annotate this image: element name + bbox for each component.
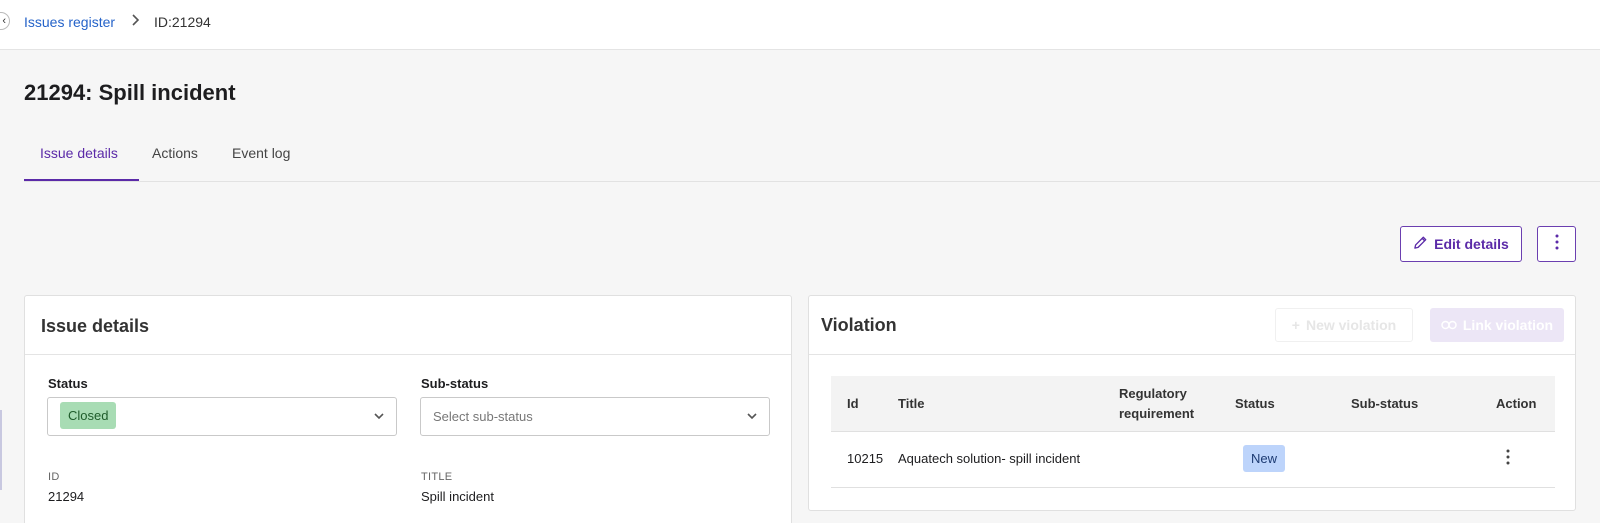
plus-icon: +	[1291, 317, 1300, 333]
column-id[interactable]: Id	[847, 394, 859, 414]
issue-details-header: Issue details	[25, 296, 791, 355]
status-chip-closed: Closed	[60, 402, 117, 429]
tab-issue-details[interactable]: Issue details	[40, 145, 118, 161]
column-title[interactable]: Title	[898, 394, 925, 414]
violation-header: Violation + New violation Link violation	[809, 296, 1575, 355]
substatus-select[interactable]: Select sub-status	[420, 397, 770, 436]
status-badge: New	[1243, 445, 1286, 472]
table-row[interactable]: 10215 Aquatech solution- spill incident …	[831, 432, 1555, 488]
tab-bar: Issue details Actions Event log	[24, 134, 1600, 182]
edit-details-button[interactable]: Edit details	[1400, 226, 1522, 262]
collapse-sidebar-icon[interactable]: ‹	[0, 12, 10, 30]
column-regulatory-requirement[interactable]: Regulatory requirement	[1119, 384, 1219, 424]
breadcrumb-current: ID:21294	[154, 14, 211, 30]
chevron-down-icon	[372, 409, 386, 428]
id-value: 21294	[48, 489, 85, 504]
tab-event-log[interactable]: Event log	[232, 145, 290, 161]
issue-details-panel: Issue details Status Closed Sub-status S…	[24, 295, 792, 523]
active-tab-indicator	[24, 179, 139, 181]
status-label: Status	[48, 376, 88, 391]
link-icon	[1441, 317, 1457, 333]
violation-panel: Violation + New violation Link violation…	[808, 295, 1576, 511]
tab-actions[interactable]: Actions	[152, 145, 198, 161]
chevron-down-icon	[745, 409, 759, 428]
issue-details-title: Issue details	[41, 316, 150, 336]
link-violation-label: Link violation	[1462, 317, 1554, 333]
top-bar: ‹ Issues register ID:21294	[0, 0, 1600, 50]
status-select[interactable]: Closed	[47, 397, 397, 436]
column-status[interactable]: Status	[1235, 394, 1275, 414]
breadcrumb-issues-register[interactable]: Issues register	[24, 14, 115, 30]
new-violation-label: New violation	[1305, 317, 1397, 333]
row-id: 10215	[847, 451, 884, 466]
column-sub-status[interactable]: Sub-status	[1351, 394, 1418, 414]
pencil-icon	[1413, 235, 1428, 253]
substatus-placeholder: Select sub-status	[433, 409, 533, 424]
chevron-right-icon	[131, 13, 141, 31]
title-value: Spill incident	[421, 489, 494, 504]
row-title[interactable]: Aquatech solution- spill incident	[898, 451, 1080, 466]
page-title: 21294: Spill incident	[24, 80, 236, 105]
edit-details-label: Edit details	[1434, 236, 1509, 252]
column-action: Action	[1496, 396, 1537, 411]
table-header: Id Title Regulatory requirement Status S…	[831, 376, 1555, 432]
more-options-button[interactable]	[1537, 226, 1576, 262]
left-edge-divider	[0, 410, 2, 490]
title-label: TITLE	[421, 471, 453, 483]
substatus-label: Sub-status	[421, 376, 489, 391]
id-label: ID	[48, 471, 60, 483]
new-violation-button[interactable]: + New violation	[1275, 308, 1413, 342]
violation-title: Violation	[821, 315, 897, 335]
row-more-vertical-icon[interactable]	[1506, 449, 1510, 470]
more-vertical-icon	[1555, 234, 1559, 255]
link-violation-button[interactable]: Link violation	[1430, 308, 1564, 342]
